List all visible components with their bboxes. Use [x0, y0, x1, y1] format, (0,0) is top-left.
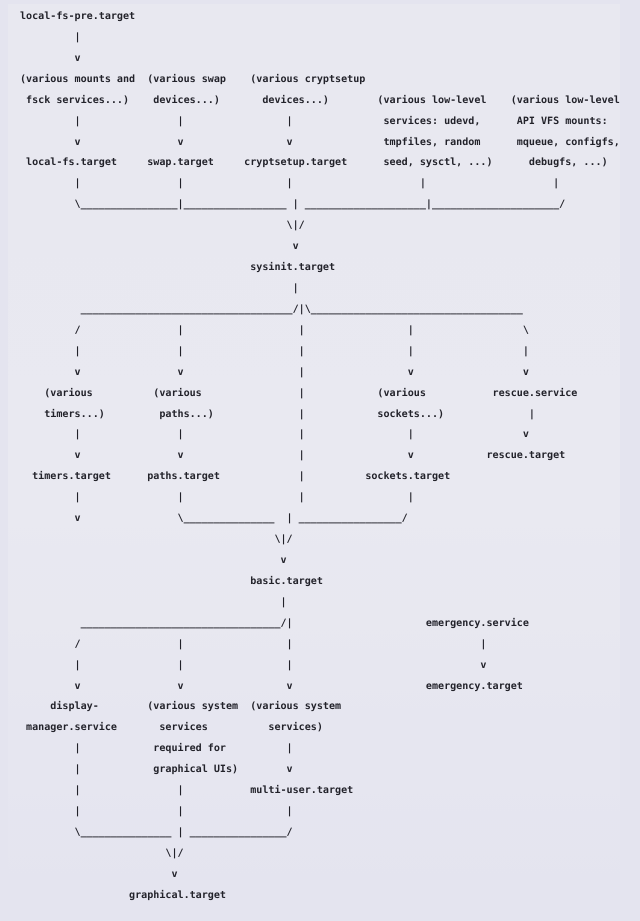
ascii-line: | — [20, 31, 81, 43]
ascii-line: | | | services: udevd, API VFS mounts: — [20, 115, 608, 127]
ascii-line: v v | v rescue.target — [20, 450, 566, 462]
ascii-line: (various (various | (various rescue.serv… — [20, 387, 578, 399]
ascii-line: \_______________ | ________________/ — [20, 826, 293, 838]
ascii-line: | | | | | — [20, 178, 560, 190]
ascii-line: v — [20, 554, 287, 566]
ascii-line: | | | | v — [20, 429, 529, 441]
ascii-line: v v | v v — [20, 366, 529, 378]
ascii-line: \|/ — [20, 220, 305, 232]
ascii-line: v — [20, 241, 299, 253]
ascii-line: v v v tmpfiles, random mqueue, configfs, — [20, 136, 620, 148]
ascii-line: | | | v — [20, 659, 487, 671]
ascii-line: v v v emergency.target — [20, 680, 523, 692]
ascii-line: \|/ — [20, 534, 293, 546]
ascii-line: v \_______________ | _________________/ — [20, 513, 408, 525]
ascii-line: timers...) paths...) | sockets...) | — [20, 408, 535, 420]
ascii-line: local-fs.target swap.target cryptsetup.t… — [20, 157, 608, 169]
ascii-line: manager.service services services) — [20, 722, 323, 734]
ascii-line: timers.target paths.target | sockets.tar… — [20, 471, 451, 483]
ascii-line: | graphical UIs) v — [20, 764, 293, 776]
ascii-line: | | | | — [20, 492, 414, 504]
ascii-line: display- (various system (various system — [20, 701, 342, 713]
ascii-diagram-canvas: local-fs-pre.target | v (various mounts a… — [0, 0, 640, 921]
ascii-line: graphical.target — [20, 889, 226, 901]
ascii-line: basic.target — [20, 575, 323, 587]
systemd-bootup-ascii-diagram: local-fs-pre.target | v (various mounts a… — [20, 7, 620, 907]
ascii-line: \|/ — [20, 847, 184, 859]
ascii-line: | required for | — [20, 743, 293, 755]
ascii-line: _________________________________/| emer… — [20, 617, 529, 629]
ascii-line: / | | | — [20, 638, 487, 650]
ascii-line: | | | | | — [20, 345, 529, 357]
ascii-line: fsck services...) devices...) devices...… — [20, 94, 620, 106]
ascii-line: \________________|_________________ | __… — [20, 199, 566, 211]
ascii-line: v — [20, 868, 178, 880]
ascii-line: v — [20, 52, 81, 64]
ascii-line: | | | — [20, 806, 293, 818]
ascii-line: ___________________________________/|\__… — [20, 303, 523, 315]
ascii-line: local-fs-pre.target — [20, 11, 136, 22]
ascii-line: (various mounts and (various swap (vario… — [20, 73, 366, 85]
ascii-line: | | multi-user.target — [20, 785, 354, 797]
ascii-line: sysinit.target — [20, 262, 336, 274]
ascii-line: | — [20, 282, 299, 294]
ascii-line: | — [20, 596, 287, 608]
ascii-line: / | | | \ — [20, 324, 529, 336]
